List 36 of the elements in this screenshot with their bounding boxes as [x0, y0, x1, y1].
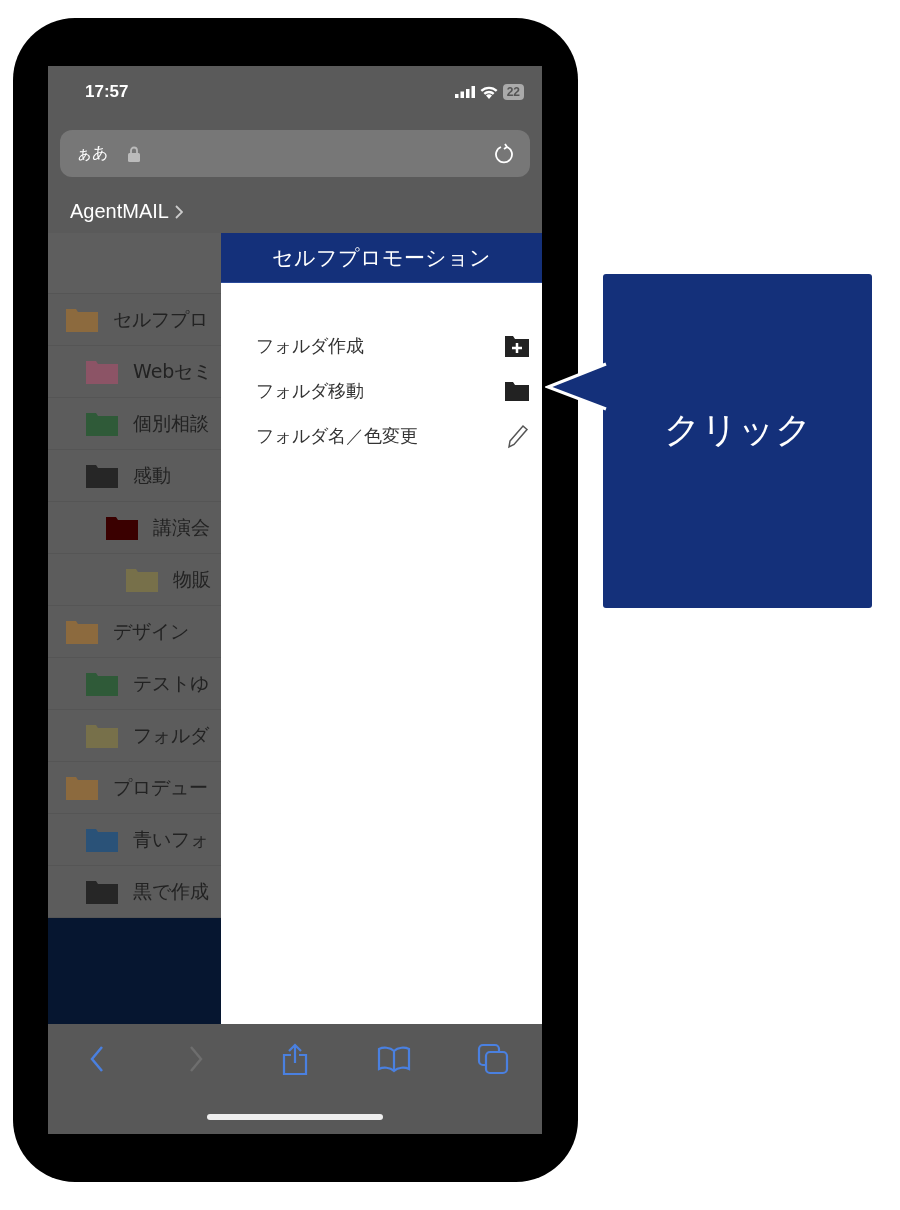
- menu-item[interactable]: フォルダ作成: [256, 323, 530, 368]
- menu-title: セルフプロモーション: [221, 233, 542, 283]
- signal-icon: [454, 86, 475, 98]
- folder-row[interactable]: テストゆ: [48, 658, 221, 710]
- folder-row[interactable]: フォルダ: [48, 710, 221, 762]
- folder-row[interactable]: プロデュー: [48, 762, 221, 814]
- tabs-icon: [476, 1043, 509, 1075]
- menu-item[interactable]: フォルダ移動: [256, 368, 530, 413]
- site-title[interactable]: AgentMAIL: [70, 200, 169, 223]
- folder-icon: [504, 379, 530, 402]
- folder-row[interactable]: セルフプロ: [48, 294, 221, 346]
- tabs-button[interactable]: [475, 1042, 510, 1076]
- battery-level: 22: [502, 84, 524, 100]
- folder-row[interactable]: 黒で作成: [48, 866, 221, 918]
- reload-icon[interactable]: [494, 142, 514, 165]
- book-icon: [376, 1045, 411, 1073]
- folder-row[interactable]: 個別相談: [48, 398, 221, 450]
- status-time: 17:57: [85, 82, 129, 102]
- folder-row[interactable]: 物販: [48, 554, 221, 606]
- pencil-icon: [506, 422, 530, 449]
- lock-icon: [128, 145, 140, 162]
- menu-item[interactable]: フォルダ名／色変更: [256, 413, 530, 458]
- folder-row[interactable]: デザイン: [48, 606, 221, 658]
- share-icon: [282, 1042, 308, 1076]
- callout-text: クリック: [663, 407, 812, 452]
- back-icon: [89, 1045, 106, 1073]
- chevron-icon: [174, 204, 183, 219]
- folder-row[interactable]: 講演会: [48, 502, 221, 554]
- home-indicator[interactable]: [207, 1114, 383, 1120]
- address-bar[interactable]: ぁあ: [60, 130, 530, 177]
- wifi-icon: [479, 85, 498, 99]
- folder-row[interactable]: 青いフォ: [48, 814, 221, 866]
- folder-row[interactable]: 感動: [48, 450, 221, 502]
- folder-row[interactable]: Webセミ: [48, 346, 221, 398]
- text-size-button[interactable]: ぁあ: [76, 143, 108, 164]
- folder-plus-icon: [504, 333, 530, 358]
